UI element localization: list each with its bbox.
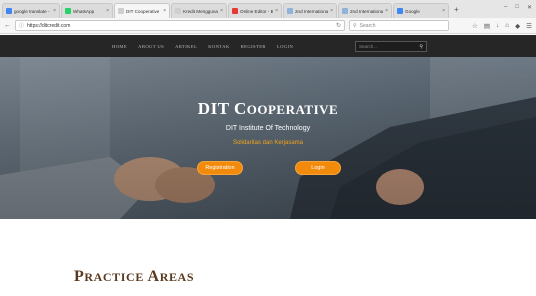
browser-tab-strip: google translate - G × WhatsApp × DIT Cooper… — [0, 0, 536, 18]
tab-favicon-icon — [397, 8, 403, 14]
browser-navigation-bar: ← ⓘ https://ditcredit.com ↻ ⚲ Search ☆ ▤… — [0, 18, 536, 34]
site-search-input[interactable]: Search... ⚲ — [355, 41, 427, 52]
tab-close-icon[interactable]: × — [442, 8, 445, 14]
address-bar[interactable]: ⓘ https://ditcredit.com ↻ — [15, 20, 345, 31]
minimize-icon[interactable]: – — [504, 4, 507, 11]
tab-close-icon[interactable]: × — [106, 8, 109, 14]
browser-search-box[interactable]: ⚲ Search — [349, 20, 449, 31]
hero-tagline: Solidaritas dan Kerjasama — [232, 140, 304, 146]
browser-tab[interactable]: 2nd International C× — [283, 3, 337, 18]
menu-item-login[interactable]: LOGIN — [277, 44, 293, 49]
tab-label: 2nd International C — [350, 8, 384, 14]
practice-heading-part: A — [147, 268, 160, 285]
site-search-placeholder: Search... — [359, 44, 378, 49]
tab-close-icon[interactable]: × — [330, 8, 333, 14]
site-header: HOME ABOUT US ARTIKEL KONTAK REGISTER LOGIN S… — [0, 35, 536, 57]
tab-label: WhatsApp — [73, 8, 95, 14]
menu-item-about-us[interactable]: ABOUT US — [138, 44, 164, 49]
handshake-background-image — [0, 57, 536, 219]
tab-favicon-icon — [175, 8, 181, 14]
tab-close-icon[interactable]: × — [385, 8, 388, 14]
site-info-icon[interactable]: ⓘ — [19, 22, 24, 29]
practice-heading-part: P — [74, 268, 85, 285]
browser-tab[interactable]: WhatsApp × — [61, 3, 113, 18]
maximize-icon[interactable]: □ — [515, 4, 519, 11]
tab-favicon-icon — [65, 8, 71, 14]
tab-label: Kredit Menggunakan K — [183, 8, 218, 14]
practice-heading-part: REAS — [159, 270, 195, 284]
tab-label: google translate - G — [14, 8, 52, 14]
toolbar-icons: ☆ ▤ ↓ ⌂ ◆ ☰ — [472, 22, 532, 30]
shield-icon[interactable]: ◆ — [515, 22, 520, 30]
url-text: https://ditcredit.com — [27, 22, 71, 29]
browser-search-placeholder: Search — [359, 22, 376, 29]
site-main-menu: HOME ABOUT US ARTIKEL KONTAK REGISTER LOGIN — [112, 35, 293, 57]
browser-tab[interactable]: google translate - G × — [2, 3, 60, 18]
practice-areas-heading: PRACTICE AREAS — [74, 268, 194, 286]
home-icon[interactable]: ⌂ — [505, 22, 509, 30]
reload-icon[interactable]: ↻ — [336, 22, 341, 29]
close-window-icon[interactable]: ✕ — [527, 4, 532, 11]
tab-favicon-icon — [232, 8, 238, 14]
tab-label: Google — [405, 8, 420, 14]
tab-close-icon[interactable]: × — [220, 8, 223, 14]
download-icon[interactable]: ↓ — [496, 22, 499, 30]
browser-tab[interactable]: 2nd International C× — [338, 3, 392, 18]
tab-label: 2nd International C — [295, 8, 329, 14]
browser-tab[interactable]: DIT Cooperative Devel× — [114, 3, 170, 18]
new-tab-button[interactable]: + — [454, 5, 459, 14]
tab-close-icon[interactable]: × — [275, 8, 278, 14]
tab-close-icon[interactable]: × — [53, 8, 56, 14]
browser-tab[interactable]: Online Editor - Boo× — [228, 3, 282, 18]
browser-tab[interactable]: Kredit Menggunakan K× — [171, 3, 227, 18]
tab-favicon-icon — [342, 8, 348, 14]
menu-item-kontak[interactable]: KONTAK — [208, 44, 229, 49]
practice-heading-part: RACTICE — [84, 270, 148, 284]
login-button[interactable]: Login — [295, 161, 341, 175]
window-controls: – □ ✕ — [504, 4, 532, 11]
menu-icon[interactable]: ☰ — [526, 22, 532, 30]
tab-close-icon[interactable]: × — [163, 8, 166, 14]
menu-item-home[interactable]: HOME — [112, 44, 127, 49]
tab-favicon-icon — [6, 8, 12, 14]
hero-banner: DIT COOPERATIVE DIT Institute Of Technol… — [0, 57, 536, 219]
menu-item-register[interactable]: REGISTER — [241, 44, 266, 49]
menu-item-artikel[interactable]: ARTIKEL — [175, 44, 197, 49]
bookmark-star-icon[interactable]: ☆ — [472, 22, 478, 30]
tab-favicon-icon — [287, 8, 293, 14]
registration-button[interactable]: Registration — [197, 161, 243, 175]
search-icon[interactable]: ⚲ — [419, 44, 423, 50]
library-icon[interactable]: ▤ — [484, 22, 490, 30]
hero-title: DIT COOPERATIVE — [0, 99, 536, 119]
tab-label: DIT Cooperative Devel — [126, 8, 161, 14]
hero-subtitle: DIT Institute Of Technology — [225, 125, 311, 132]
browser-tab[interactable]: Google × — [393, 3, 449, 18]
hero-title-initial: DIT C — [197, 99, 247, 118]
back-icon[interactable]: ← — [4, 22, 11, 29]
tab-favicon-icon — [118, 8, 124, 14]
hero-title-rest: OOPERATIVE — [246, 102, 339, 117]
tab-label: Online Editor - Boo — [240, 8, 273, 14]
search-icon: ⚲ — [353, 22, 357, 29]
